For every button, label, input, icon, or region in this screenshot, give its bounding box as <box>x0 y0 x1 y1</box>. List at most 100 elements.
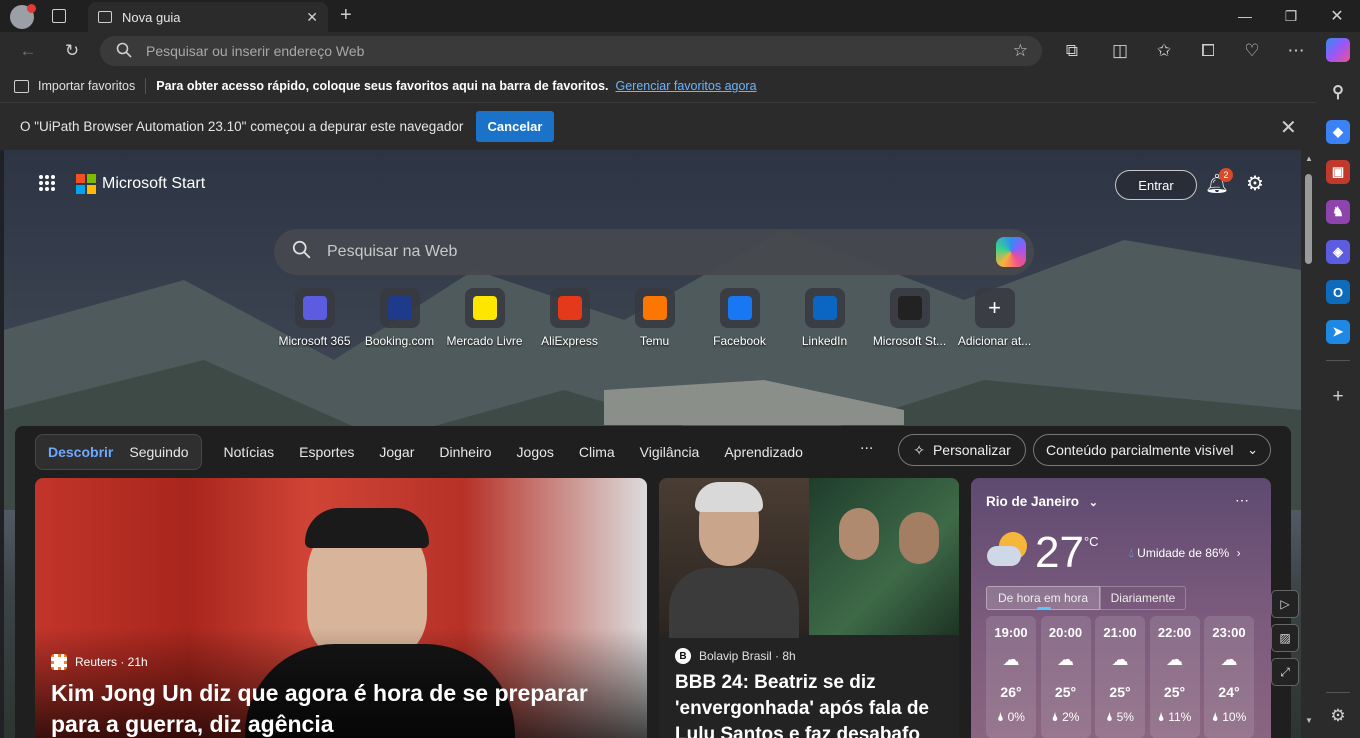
temperature-unit: °C <box>1083 534 1099 549</box>
infobar-close-icon[interactable]: ✕ <box>1280 115 1297 140</box>
scroll-down-arrow-icon[interactable]: ▼ <box>1305 716 1313 725</box>
feed-mode-switch: Descobrir Seguindo <box>35 434 202 470</box>
new-tab-icon[interactable]: + <box>340 4 352 27</box>
nav-noticias[interactable]: Notícias <box>224 444 275 460</box>
tab-nova-guia[interactable]: Nova guia ✕ <box>88 2 328 32</box>
weather-card[interactable]: Rio de Janeiro ⌄ ⋯ 27°C 💧︎ Umidade de 86… <box>971 478 1271 738</box>
shopping-icon[interactable]: ◆ <box>1326 120 1350 144</box>
split-screen-icon[interactable]: ◫ <box>1106 38 1134 64</box>
games-icon[interactable]: ♞ <box>1326 200 1350 224</box>
extensions-icon[interactable]: ⧉ <box>1058 38 1086 64</box>
add-icon: + <box>974 288 1015 328</box>
back-icon[interactable]: ← <box>14 38 42 64</box>
personalize-button[interactable]: ✧ Personalizar <box>898 434 1026 466</box>
forecast-hour[interactable]: 22:00 ☁︎ 25° 🌢︎ 11% <box>1149 616 1200 738</box>
quick-link-label: AliExpress <box>541 334 598 348</box>
chevron-right-icon: › <box>1236 546 1241 560</box>
address-bar[interactable]: Pesquisar ou inserir endereço Web ☆ <box>100 36 1042 66</box>
microsoft-365-sidebar-icon[interactable]: ◈ <box>1326 240 1350 264</box>
sidebar-settings-icon[interactable]: ⚙ <box>1326 704 1350 728</box>
tab-hourly[interactable]: De hora em hora <box>986 586 1100 610</box>
mercado-livre-icon <box>464 288 505 328</box>
microsoft-start-logo[interactable]: Microsoft Start <box>76 174 205 194</box>
sidebar-search-icon[interactable]: ⚲ <box>1326 80 1350 104</box>
more-nav-button[interactable]: ... <box>860 436 873 454</box>
quick-link-tile[interactable]: Mercado Livre <box>442 288 527 348</box>
news-card[interactable]: B Bolavip Brasil · 8h BBB 24: Beatriz se… <box>659 478 959 738</box>
droplet-icon: 💧︎ <box>1129 546 1134 560</box>
forecast-precip: 🌢︎ 5% <box>1095 710 1145 725</box>
forecast-precip: 🌢︎ 11% <box>1150 710 1200 725</box>
apps-grid-icon[interactable] <box>38 174 56 192</box>
add-sidebar-app-icon[interactable]: + <box>1326 385 1350 409</box>
quick-link-tile[interactable]: Facebook <box>697 288 782 348</box>
profile-avatar[interactable] <box>10 4 36 29</box>
notifications-icon[interactable]: 🔔︎ 2 <box>1205 168 1233 196</box>
import-icon <box>14 79 29 93</box>
drop-icon[interactable]: ➤ <box>1326 320 1350 344</box>
copilot-icon[interactable] <box>996 237 1026 267</box>
cancel-button[interactable]: Cancelar <box>476 111 554 142</box>
import-favorites-button[interactable]: Importar favoritos <box>14 79 135 93</box>
quick-link-tile[interactable]: Booking.com <box>357 288 442 348</box>
expand-icon[interactable]: ⤢ <box>1271 658 1299 686</box>
quick-link-tile[interactable]: Microsoft St... <box>867 288 952 348</box>
more-menu-icon[interactable]: ⋯ <box>1282 38 1310 64</box>
tab-daily[interactable]: Diariamente <box>1100 586 1186 610</box>
tab-actions-icon[interactable] <box>52 9 66 23</box>
nav-clima[interactable]: Clima <box>579 444 615 460</box>
humidity-link[interactable]: 💧︎ Umidade de 86% › <box>1129 546 1241 561</box>
outlook-icon[interactable]: O <box>1326 280 1350 304</box>
refresh-icon[interactable]: ↻ <box>58 38 86 64</box>
tools-icon[interactable]: ▣ <box>1326 160 1350 184</box>
quick-links: Microsoft 365 Booking.com Mercado Livre Ali… <box>272 288 1037 348</box>
nav-jogar[interactable]: Jogar <box>379 444 414 460</box>
temperature: 27 <box>1035 528 1084 577</box>
browser-essentials-icon[interactable]: ♡ <box>1238 38 1266 64</box>
weather-more-icon[interactable]: ⋯ <box>1235 492 1249 509</box>
tab-descobrir[interactable]: Descobrir <box>40 444 121 460</box>
close-window-button[interactable]: ✕ <box>1314 0 1360 32</box>
restore-button[interactable]: ❐ <box>1268 0 1314 32</box>
weather-city-selector[interactable]: Rio de Janeiro ⌄ <box>986 494 1098 509</box>
nav-esportes[interactable]: Esportes <box>299 444 354 460</box>
quick-link-tile[interactable]: AliExpress <box>527 288 612 348</box>
news-card[interactable]: Reuters · 21h Kim Jong Un diz que agora … <box>35 478 647 738</box>
collections-icon[interactable]: ⧠ <box>1194 38 1222 64</box>
nav-aprendizado[interactable]: Aprendizado <box>724 444 803 460</box>
page-settings-icon[interactable]: ⚙ <box>1246 171 1264 196</box>
forecast-precip: 🌢︎ 10% <box>1204 710 1254 725</box>
booking-icon <box>379 288 420 328</box>
background-image-icon[interactable]: ▨ <box>1271 624 1299 652</box>
quick-link-label: Adicionar at... <box>957 334 1032 348</box>
nav-vigilancia[interactable]: Vigilância <box>640 444 700 460</box>
forecast-hour[interactable]: 19:00 ☁︎ 26° 🌢︎ 0% <box>986 616 1036 738</box>
divider <box>145 78 147 94</box>
scroll-up-arrow-icon[interactable]: ▲ <box>1305 154 1313 163</box>
content-visibility-dropdown[interactable]: Conteúdo parcialmente visível ⌄ <box>1033 434 1271 466</box>
quick-link-tile[interactable]: Microsoft 365 <box>272 288 357 348</box>
nav-jogos[interactable]: Jogos <box>517 444 554 460</box>
quick-link-tile[interactable]: + Adicionar at... <box>952 288 1037 348</box>
favorite-star-icon[interactable]: ☆ <box>1013 41 1028 61</box>
news-headline[interactable]: Kim Jong Un diz que agora é hora de se p… <box>51 678 611 738</box>
page-scrollbar[interactable]: ▲ ▼ <box>1301 150 1316 738</box>
web-search-box[interactable]: Pesquisar na Web <box>274 229 1034 275</box>
play-icon[interactable]: ▷ <box>1271 590 1299 618</box>
sign-in-button[interactable]: Entrar <box>1115 170 1197 200</box>
forecast-hour[interactable]: 21:00 ☁︎ 25° 🌢︎ 5% <box>1095 616 1145 738</box>
nav-dinheiro[interactable]: Dinheiro <box>439 444 491 460</box>
minimize-button[interactable]: — <box>1222 0 1268 32</box>
copilot-icon[interactable] <box>1326 38 1350 62</box>
quick-link-tile[interactable]: LinkedIn <box>782 288 867 348</box>
quick-link-tile[interactable]: Temu <box>612 288 697 348</box>
forecast-hour[interactable]: 23:00 ☁︎ 24° 🌢︎ 10% <box>1204 616 1254 738</box>
scrollbar-thumb[interactable] <box>1305 174 1312 264</box>
favorites-icon[interactable]: ✩ <box>1150 38 1178 64</box>
tab-seguindo[interactable]: Seguindo <box>121 444 196 460</box>
tab-close-icon[interactable]: ✕ <box>306 9 318 26</box>
manage-favorites-link[interactable]: Gerenciar favoritos agora <box>616 79 757 93</box>
forecast-hour[interactable]: 20:00 ☁︎ 25° 🌢︎ 2% <box>1040 616 1091 738</box>
microsoft-365-icon <box>294 288 335 328</box>
news-headline[interactable]: BBB 24: Beatriz se diz 'envergonhada' ap… <box>675 670 947 738</box>
